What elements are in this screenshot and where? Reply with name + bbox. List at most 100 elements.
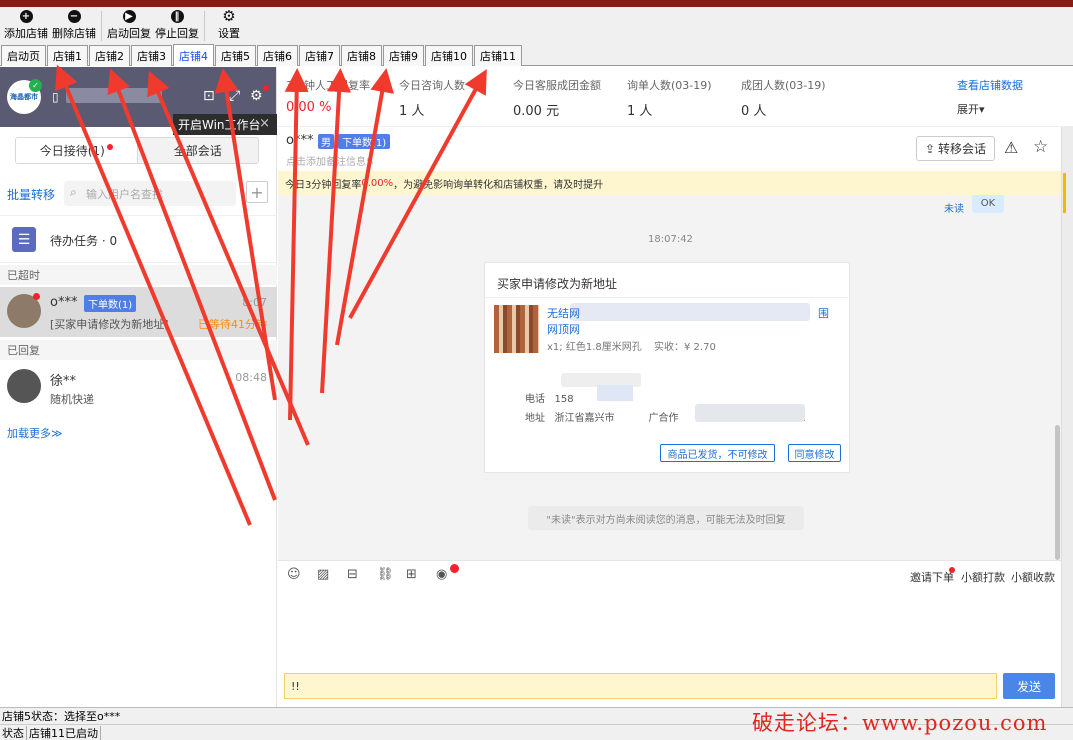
video-icon[interactable]: ⊞ (406, 567, 417, 582)
delete-shop-label: 删除店铺 (52, 27, 96, 40)
send-button[interactable]: 发送 (1003, 673, 1055, 699)
tab-all-sessions[interactable]: 全部会话 (137, 138, 258, 163)
tab-today-reception[interactable]: 今日接待(1) (16, 138, 138, 163)
star-icon[interactable]: ☆ (1033, 137, 1048, 157)
workbench-icon[interactable]: ⊡ (203, 88, 215, 104)
product-spec: x1; 红色1.8厘米网孔 (547, 342, 642, 353)
small-collect-button[interactable]: 小额收款 (1011, 569, 1055, 585)
unread-label: 未读 (944, 204, 964, 215)
close-icon[interactable]: × (259, 116, 270, 131)
phone-row: 电话 158 (525, 390, 574, 405)
add-note-link[interactable]: 点击添加备注信息✎ (286, 153, 374, 168)
shipped-cannot-modify-button[interactable]: 商品已发货，不可修改 (660, 444, 775, 462)
emoji-icon[interactable]: ☺ (287, 567, 301, 582)
product-name-end[interactable]: 围 (818, 305, 829, 321)
toolbar-divider (101, 11, 102, 41)
tab-shop-6[interactable]: 店铺6 (257, 45, 298, 66)
add-shop-button[interactable]: + 添加店铺 (2, 7, 50, 43)
tab-shop-4[interactable]: 店铺4 (173, 44, 214, 66)
section-timed-out: 已超时 (0, 265, 277, 285)
delete-shop-button[interactable]: − 删除店铺 (50, 7, 98, 43)
stat-label: 今日客服成团金额 (513, 79, 601, 92)
load-more-link[interactable]: 加载更多≫ (7, 425, 63, 441)
message-time: 8:07 (242, 296, 267, 309)
settings-button[interactable]: ⚙ 设置 (208, 7, 242, 43)
stat-group-count: 成团人数(03-19) 0 人 (741, 77, 826, 119)
tab-shop-9[interactable]: 店铺9 (383, 45, 424, 66)
transfer-label: 转移会话 (938, 142, 987, 156)
order-count-badge: 下单数(1) (84, 295, 137, 312)
phone-icon: ▯ (52, 90, 59, 104)
transfer-session-button[interactable]: ⇪ 转移会话 (916, 136, 995, 161)
product-image[interactable] (494, 305, 539, 353)
tab-shop-11[interactable]: 店铺11 (474, 45, 522, 66)
stop-reply-button[interactable]: ‖ 停止回复 (153, 7, 201, 43)
card-title: 买家申请修改为新地址 (497, 277, 618, 291)
session-filter: 今日接待(1) 全部会话 (15, 137, 259, 164)
add-button[interactable]: + (246, 181, 268, 203)
product-name[interactable]: 无结网 (547, 305, 580, 321)
stop-reply-label: 停止回复 (155, 27, 199, 40)
view-shop-data-link[interactable]: 查看店铺数据 (957, 77, 1023, 93)
search-icon: ⌕ (70, 185, 77, 199)
tab-shop-5[interactable]: 店铺5 (215, 45, 256, 66)
quick-reply-icon[interactable]: ◉ (436, 567, 447, 582)
product-price: 实收：¥ 2.70 (654, 342, 716, 353)
conversation-item[interactable]: 徐** 08:48 随机快递 (0, 362, 277, 412)
new-badge (450, 564, 459, 573)
stat-inquiry-count: 询单人数(03-19) 1 人 (627, 77, 712, 119)
tab-shop-7[interactable]: 店铺7 (299, 45, 340, 66)
start-reply-button[interactable]: ▶ 启动回复 (105, 7, 153, 43)
scrollbar-thumb[interactable] (1055, 425, 1060, 560)
workbench-tooltip: 开启Win工作台 × (173, 114, 277, 135)
right-side-panel (1061, 127, 1073, 707)
tab-shop-3[interactable]: 店铺3 (131, 45, 172, 66)
stat-value: 0.00 % (286, 100, 332, 115)
stat-value: 0.00 元 (513, 104, 560, 119)
conversation-sidebar: 海晶都市 ✓ ▯ ⊡ ⤢ ⚙ 开启Win工作台 × 今日接待(1) 全部会话 批… (0, 67, 277, 707)
pause-icon: ‖ (170, 10, 184, 23)
message-scrollbar[interactable] (1054, 195, 1061, 560)
conversation-item[interactable]: o*** 下单数(1) 8:07 [买家申请修改为新地址] 已等待41分钟 (0, 287, 277, 337)
stats-bar: 3分钟人工回复率 0.00 % 今日咨询人数 1 人 今日客服成团金额 0.00… (278, 67, 1073, 127)
main-toolbar: + 添加店铺 − 删除店铺 ▶ 启动回复 ‖ 停止回复 ⚙ 设置 (0, 7, 1073, 44)
warning-icon[interactable]: ⚠ (1004, 138, 1018, 157)
stat-label: 成团人数(03-19) (741, 79, 826, 92)
stat-label: 询单人数(03-19) (627, 79, 712, 92)
today-reception-label: 今日接待(1) (39, 144, 105, 158)
stat-value: 1 人 (627, 104, 653, 119)
unread-dot (106, 143, 113, 150)
invite-dot (949, 567, 955, 573)
agree-modify-button[interactable]: 同意修改 (788, 444, 841, 462)
invite-order-button[interactable]: 邀请下单 (910, 569, 954, 585)
coupon-icon[interactable]: ⊟ (347, 567, 358, 582)
tooltip-text: 开启Win工作台 (178, 118, 261, 132)
expand-toggle[interactable]: 展开▾ (957, 101, 985, 117)
tab-shop-1[interactable]: 店铺1 (47, 45, 88, 66)
bulk-transfer-link[interactable]: 批量转移 (7, 186, 55, 203)
expand-icon[interactable]: ⤢ (229, 88, 240, 104)
user-avatar (7, 369, 41, 403)
link-icon[interactable]: ⛓ (377, 567, 394, 582)
message-timestamp: 18:07:42 (648, 234, 693, 245)
settings-gear-icon[interactable]: ⚙ (250, 88, 263, 104)
message-bubble: OK (972, 195, 1004, 213)
product-name-line2[interactable]: 网顶网 (547, 321, 580, 337)
user-search-input[interactable]: 输入用户名查找 (64, 181, 236, 206)
tab-shop-10[interactable]: 店铺10 (425, 45, 473, 66)
chat-header: o*** 男 下单数(1) 点击添加备注信息✎ ⇪ 转移会话 ⚠ ☆ (278, 127, 1061, 171)
gender-badge: 男 (318, 134, 334, 149)
tab-shop-2[interactable]: 店铺2 (89, 45, 130, 66)
settings-label: 设置 (218, 27, 240, 40)
small-payment-button[interactable]: 小额打款 (961, 569, 1005, 585)
customer-name: o*** (50, 295, 78, 310)
address-label: 地址 (525, 413, 545, 424)
message-input[interactable]: !! (284, 673, 997, 699)
start-reply-label: 启动回复 (107, 27, 151, 40)
phone-label: 电话 (525, 394, 545, 405)
tab-launch[interactable]: 启动页 (1, 45, 46, 66)
tab-shop-8[interactable]: 店铺8 (341, 45, 382, 66)
todo-tasks[interactable]: ☰ 待办任务 · 0 (0, 215, 277, 263)
wait-time: 已等待41分钟 (198, 318, 267, 331)
image-icon[interactable]: ▨ (317, 567, 329, 582)
